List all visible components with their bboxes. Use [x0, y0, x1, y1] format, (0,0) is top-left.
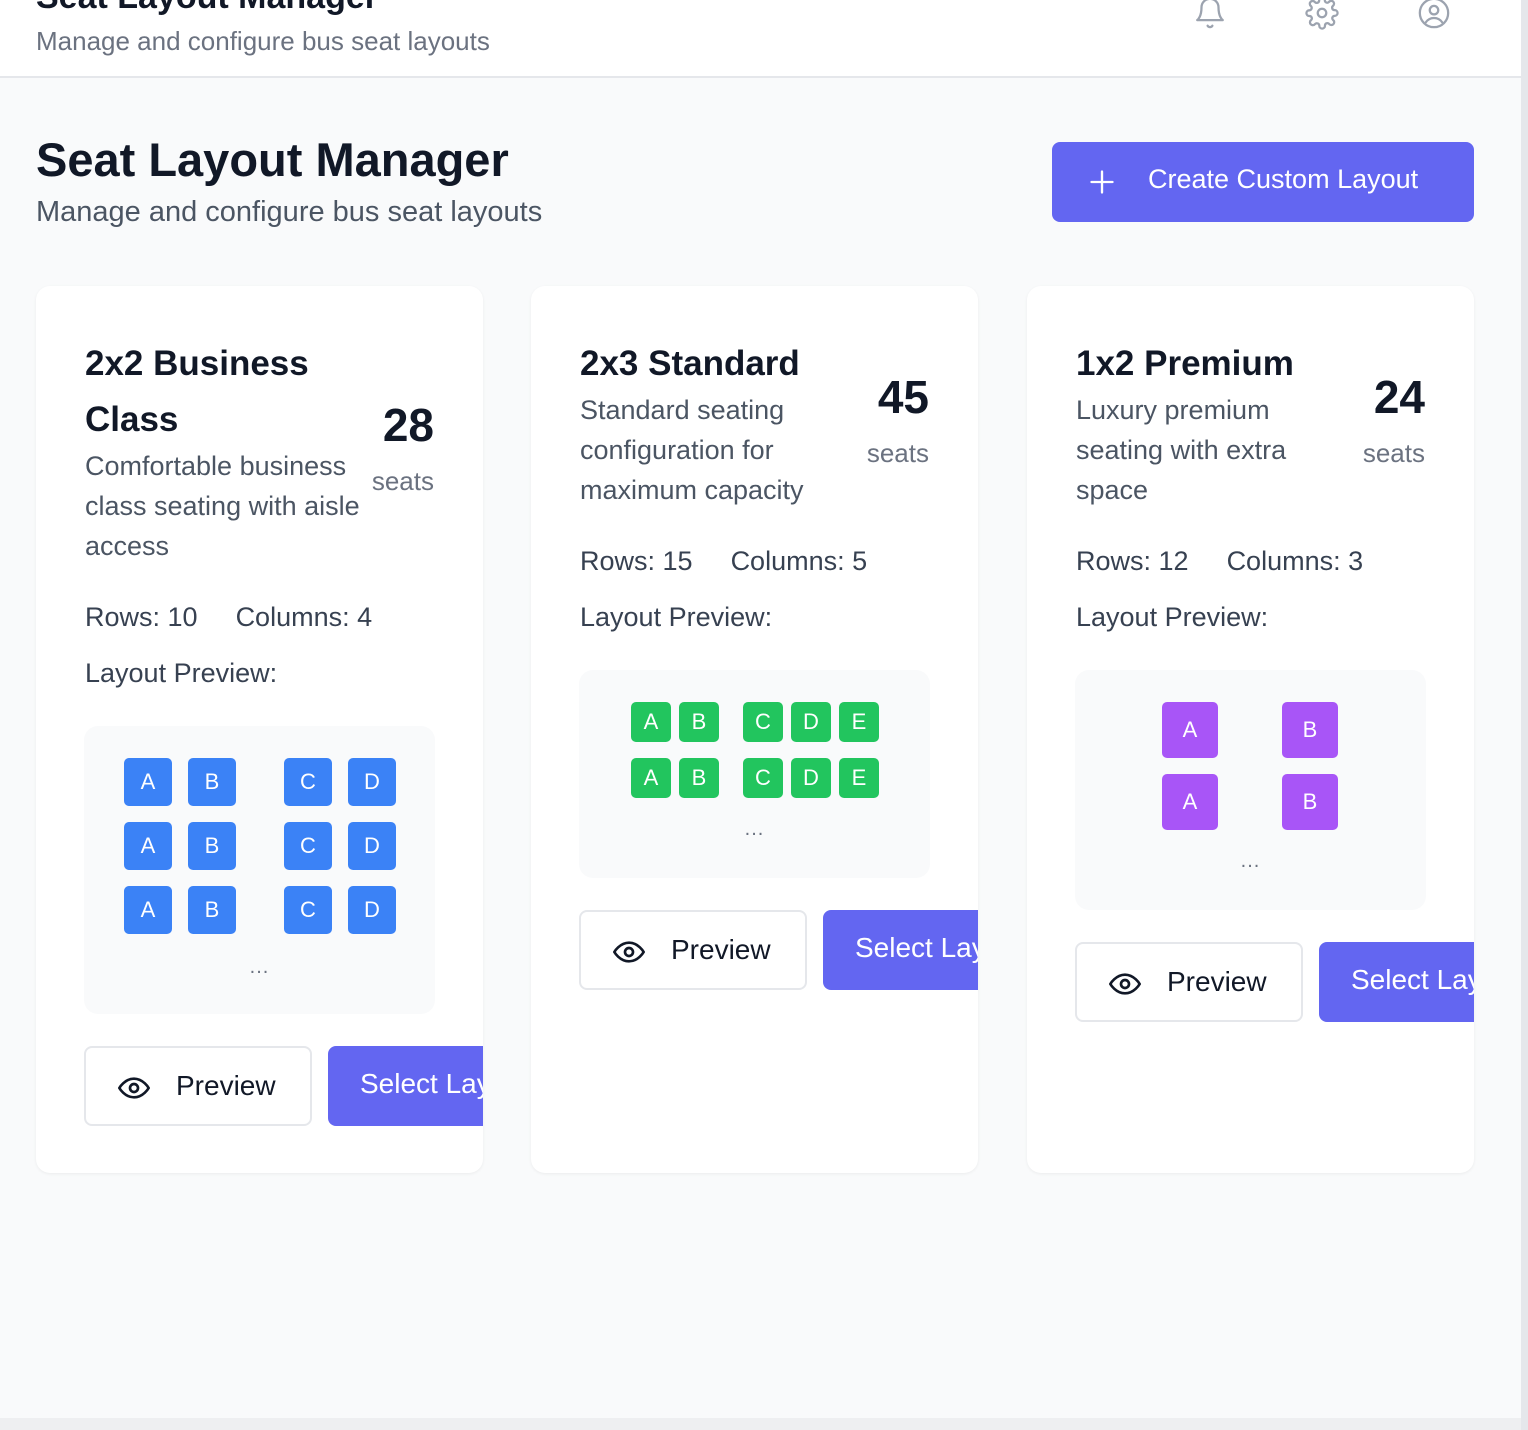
- layout-description: Comfortable business class seating with …: [85, 451, 360, 561]
- columns-text: Columns: 3: [1226, 546, 1364, 576]
- page-title: Seat Layout Manager: [36, 133, 509, 186]
- seat: A: [124, 758, 172, 806]
- seat: D: [348, 886, 396, 934]
- layout-name: 1x2 Premium: [1076, 344, 1294, 383]
- seat: A: [631, 702, 671, 742]
- layout-dimensions: Rows: 10 Columns: 4: [85, 602, 372, 633]
- seat: D: [791, 702, 831, 742]
- seat: D: [791, 758, 831, 798]
- layout-description: Luxury premium seating with extra space: [1076, 395, 1287, 505]
- eye-icon: [613, 941, 645, 963]
- top-bar: Seat Layout Manager Manage and configure…: [0, 0, 1521, 78]
- app-subtitle: Manage and configure bus seat layouts: [36, 26, 490, 56]
- layout-preview-label: Layout Preview:: [85, 658, 278, 688]
- select-button-label: Select Layout: [360, 1068, 483, 1099]
- seat: E: [839, 702, 879, 742]
- select-button-label: Select Layout: [855, 932, 978, 963]
- seat: C: [284, 822, 332, 870]
- layout-preview-box: A B C D E A B C D E ...: [579, 670, 930, 878]
- seat: A: [1162, 774, 1218, 830]
- seat: C: [284, 886, 332, 934]
- layout-name: 2x2 Business Class: [85, 344, 309, 439]
- bottom-edge: [0, 1418, 1521, 1430]
- seat: D: [348, 758, 396, 806]
- seat: B: [1282, 702, 1338, 758]
- seat: C: [743, 758, 783, 798]
- layout-preview-box: A B A B ...: [1075, 670, 1426, 910]
- seat: B: [188, 886, 236, 934]
- seat: B: [1282, 774, 1338, 830]
- layout-preview-box: A B C D A B C D A B C D ...: [84, 726, 435, 1014]
- preview-button[interactable]: Preview: [1075, 942, 1303, 1022]
- seat: D: [348, 822, 396, 870]
- layout-card-standard: 2x3 Standard 45 seats Standard seating c…: [531, 286, 978, 1173]
- layout-description: Standard seating configuration for maxim…: [580, 395, 804, 505]
- rows-text: Rows: 12: [1076, 546, 1189, 576]
- bell-icon[interactable]: [1193, 0, 1227, 30]
- seat: C: [284, 758, 332, 806]
- seat: A: [1162, 702, 1218, 758]
- select-button-label: Select Layout: [1351, 964, 1474, 995]
- app-title: Seat Layout Manager: [36, 0, 378, 17]
- seat: B: [188, 758, 236, 806]
- select-layout-button[interactable]: Select Layout: [328, 1046, 483, 1126]
- select-layout-button[interactable]: Select Layout: [1319, 942, 1474, 1022]
- seat: A: [124, 822, 172, 870]
- seat: B: [679, 758, 719, 798]
- create-custom-layout-button[interactable]: Create Custom Layout: [1052, 142, 1474, 222]
- user-circle-icon[interactable]: [1417, 0, 1451, 30]
- eye-icon: [1109, 973, 1141, 995]
- layout-dimensions: Rows: 12 Columns: 3: [1076, 546, 1363, 577]
- seat: B: [679, 702, 719, 742]
- seat: A: [631, 758, 671, 798]
- seat: E: [839, 758, 879, 798]
- more-rows-ellipsis: ...: [249, 956, 270, 978]
- layout-card-business: 2x2 Business Class 28 seats Comfortable …: [36, 286, 483, 1173]
- seat: C: [743, 702, 783, 742]
- layout-name: 2x3 Standard: [580, 344, 800, 383]
- preview-button[interactable]: Preview: [579, 910, 807, 990]
- page-subtitle: Manage and configure bus seat layouts: [36, 196, 543, 228]
- scroll-edge: [1521, 0, 1528, 1430]
- layout-preview-label: Layout Preview:: [1076, 602, 1269, 632]
- preview-button[interactable]: Preview: [84, 1046, 312, 1126]
- preview-button-label: Preview: [1167, 966, 1267, 997]
- preview-button-label: Preview: [671, 934, 771, 965]
- seat: B: [188, 822, 236, 870]
- preview-button-label: Preview: [176, 1070, 276, 1101]
- plus-icon: [1090, 170, 1114, 194]
- more-rows-ellipsis: ...: [1240, 850, 1261, 872]
- select-layout-button[interactable]: Select Layout: [823, 910, 978, 990]
- rows-text: Rows: 15: [580, 546, 693, 576]
- seat-count: 28: [382, 399, 434, 451]
- eye-icon: [118, 1077, 150, 1099]
- rows-text: Rows: 10: [85, 602, 198, 632]
- seat: A: [124, 886, 172, 934]
- layout-card-premium: 1x2 Premium 24 seats Luxury premium seat…: [1027, 286, 1474, 1173]
- layout-dimensions: Rows: 15 Columns: 5: [580, 546, 867, 577]
- more-rows-ellipsis: ...: [744, 818, 765, 840]
- layout-preview-label: Layout Preview:: [580, 602, 773, 632]
- gear-icon[interactable]: [1305, 0, 1339, 30]
- columns-text: Columns: 5: [730, 546, 868, 576]
- columns-text: Columns: 4: [235, 602, 373, 632]
- create-button-label: Create Custom Layout: [1148, 164, 1419, 194]
